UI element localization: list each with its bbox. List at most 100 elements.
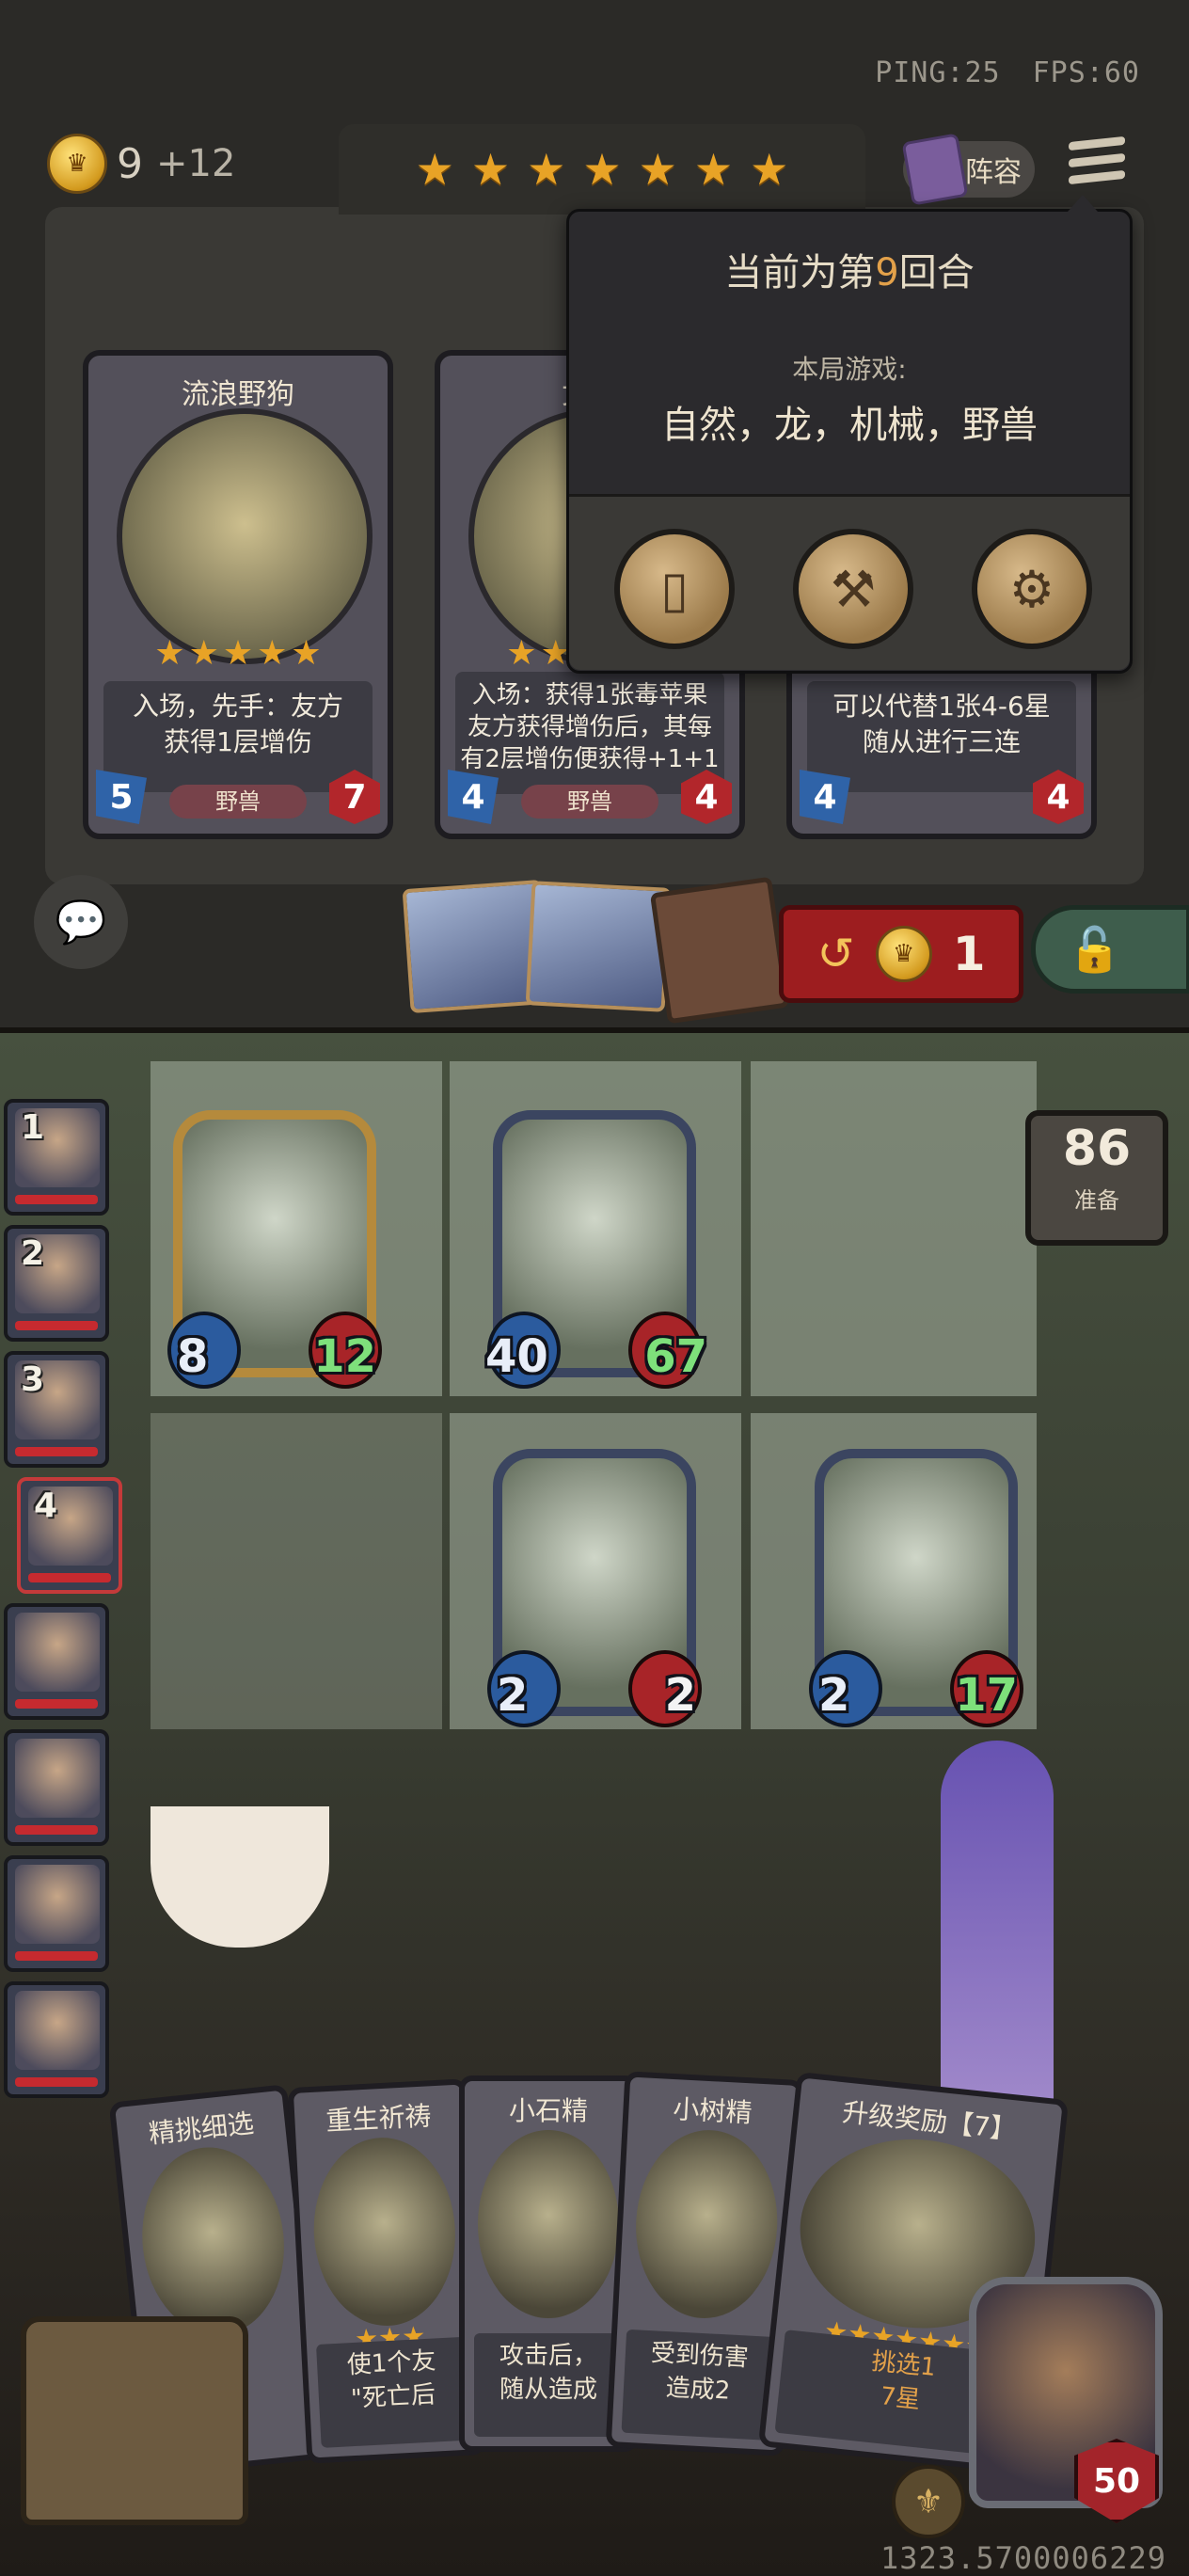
refresh-shop-button[interactable]: ↺ ♛ 1 xyxy=(779,905,1023,1003)
round-title: 当前为第9回合 xyxy=(724,251,975,294)
tavern-star-icon: ★ xyxy=(750,144,789,195)
card-tribe: 野兽 xyxy=(169,785,307,819)
player-avatar xyxy=(15,1739,100,1818)
player-entry[interactable]: 2 xyxy=(4,1225,109,1342)
tavern-star-icon: ★ xyxy=(527,144,566,195)
hand-card-art xyxy=(631,2126,783,2322)
round-info-popup: 当前为第9回合 本局游戏: 自然，龙，机械，野兽 ▯ ⚒ ⚙ xyxy=(566,195,1133,674)
tavern-star-icon: ★ xyxy=(470,144,511,195)
hand-card-name: 重生祈祷 xyxy=(325,2100,433,2138)
minion-fish-tank[interactable]: 2 2 xyxy=(487,1449,702,1727)
hand-card-art xyxy=(133,2139,293,2343)
game-tribes-label: 本局游戏: xyxy=(792,354,907,385)
gold-amount: 9 xyxy=(117,139,143,188)
game-tribes-list: 自然，龙，机械，野兽 xyxy=(661,404,1038,447)
player-entry[interactable] xyxy=(4,1855,109,1972)
treasure-chest-icon[interactable] xyxy=(21,2316,248,2525)
player-entry[interactable] xyxy=(4,1729,109,1846)
card-description: 可以代替1张4-6星 随从进行三连 xyxy=(807,681,1076,792)
hand-card-name: 小树精 xyxy=(672,2093,753,2129)
popup-pointer xyxy=(1068,195,1098,212)
player-rank: 1 xyxy=(21,1108,45,1147)
minion-pumpkin-knight[interactable]: 2 17 xyxy=(809,1449,1023,1727)
hand-card-desc: 攻击后， 随从造成 xyxy=(474,2333,623,2437)
refresh-cost: 1 xyxy=(952,927,986,981)
player-entry[interactable] xyxy=(4,1603,109,1720)
hero-power-icon[interactable]: ⚜ xyxy=(892,2465,965,2538)
minion-health: 12 xyxy=(313,1330,376,1383)
player-avatar xyxy=(15,1991,100,2070)
minion-attack: 2 xyxy=(818,1669,850,1722)
card-desc-line: 友方获得增伤后，其每 xyxy=(467,713,712,741)
board-slot[interactable] xyxy=(751,1061,1037,1396)
player-health-bar xyxy=(15,1447,98,1456)
hand-card-art xyxy=(309,2134,460,2330)
crown-coin-icon: ♛ xyxy=(47,134,107,194)
reserve-counter: 86 准备 xyxy=(1025,1110,1168,1246)
card-desc-line: 获得1层增伤 xyxy=(164,726,312,757)
gear-icon[interactable]: ⚙ xyxy=(972,529,1092,649)
lineup-label: 阵容 xyxy=(965,156,1022,189)
reserve-label: 准备 xyxy=(1074,1187,1119,1214)
player-health-bar xyxy=(15,1825,98,1835)
card-attack: 4 xyxy=(448,770,499,824)
card-desc-line: 入场，先手：友方 xyxy=(132,691,343,722)
gold-display: ♛ 9 +12 xyxy=(47,134,235,194)
network-status: PING:25 FPS:60 xyxy=(843,56,1140,89)
player-rank: 3 xyxy=(21,1360,45,1399)
player-rank: 4 xyxy=(34,1487,58,1525)
player-health-bar xyxy=(15,1321,98,1330)
mini-card xyxy=(525,881,672,1012)
player-entry-self[interactable]: 4 xyxy=(17,1477,122,1594)
hand-card-desc: 受到伤害 造成2 xyxy=(621,2329,776,2441)
debug-readout: 1323.5700006229 xyxy=(880,2540,1166,2576)
player-entry[interactable]: 1 xyxy=(4,1099,109,1216)
chat-icon[interactable]: 💬 xyxy=(34,875,128,969)
player-avatar xyxy=(15,1865,100,1944)
minion-attack: 2 xyxy=(497,1669,529,1722)
book-icon[interactable]: ▯ xyxy=(614,529,735,649)
lock-shop-button[interactable]: 🔓 xyxy=(1031,905,1189,994)
player-entry[interactable]: 3 xyxy=(4,1351,109,1468)
gold-income: +12 xyxy=(156,142,236,185)
board-slot[interactable] xyxy=(151,1413,442,1729)
tavern-star-icon: ★ xyxy=(415,144,454,195)
card-stars: ★★★★★ xyxy=(154,634,322,673)
player-health-bar xyxy=(15,1699,98,1709)
tavern-star-bar: ★ ★ ★ ★ ★ ★ ★ xyxy=(339,124,865,215)
minion-mushroom-spider[interactable]: 8 12 xyxy=(167,1110,382,1389)
hand-card-name: 小石精 xyxy=(508,2095,588,2126)
minion-radish-sprout[interactable]: 40 67 xyxy=(485,1110,707,1389)
tavern-star-icon: ★ xyxy=(693,144,734,195)
minion-health: 2 xyxy=(664,1669,696,1722)
ping-readout: PING:25 xyxy=(875,56,1001,89)
player-entry[interactable] xyxy=(4,1981,109,2098)
card-desc-line: 入场：获得1张毒苹果 xyxy=(471,681,708,709)
card-tribe: 野兽 xyxy=(521,785,658,819)
minion-attack: 8 xyxy=(177,1330,209,1383)
lineup-book-icon xyxy=(901,133,969,206)
card-description: 入场，先手：友方 获得1层增伤 xyxy=(103,681,373,792)
menu-icon[interactable] xyxy=(1069,135,1125,196)
axe-icon[interactable]: ⚒ xyxy=(793,529,913,649)
player-health-bar xyxy=(28,1573,111,1582)
refresh-arrow-icon: ↺ xyxy=(816,928,855,980)
stray-dog-portrait xyxy=(117,408,373,664)
recent-cards[interactable] xyxy=(402,879,672,1014)
player-health-bar xyxy=(15,2077,98,2087)
spellbook-icon[interactable] xyxy=(649,876,790,1025)
player-rank: 2 xyxy=(21,1234,45,1273)
hand-card-desc: 使1个友 "死亡后 xyxy=(315,2336,470,2448)
shop-card[interactable]: 流浪野狗 ★ ★ ★ ★ ★ 入场，先手：友方 获得1层增伤 5 野兽 7 xyxy=(83,350,393,839)
card-desc-line: 随从进行三连 xyxy=(862,726,1021,757)
lineup-button[interactable]: 阵容 xyxy=(901,133,1035,206)
minion-health: 67 xyxy=(644,1330,707,1383)
lock-icon: 🔓 xyxy=(1068,923,1122,975)
card-attack: 5 xyxy=(96,770,147,824)
card-description: 入场：获得1张毒苹果 友方获得增伤后，其每 有2层增伤便获得+1+1 xyxy=(455,672,724,794)
minion-attack: 40 xyxy=(485,1330,548,1383)
round-number: 9 xyxy=(875,251,899,294)
player-health-bar xyxy=(15,1951,98,1961)
hand-card[interactable]: 重生祈祷 ★★★ 使1个友 "死亡后 xyxy=(287,2078,486,2464)
player-avatar-character xyxy=(941,1741,1054,2117)
